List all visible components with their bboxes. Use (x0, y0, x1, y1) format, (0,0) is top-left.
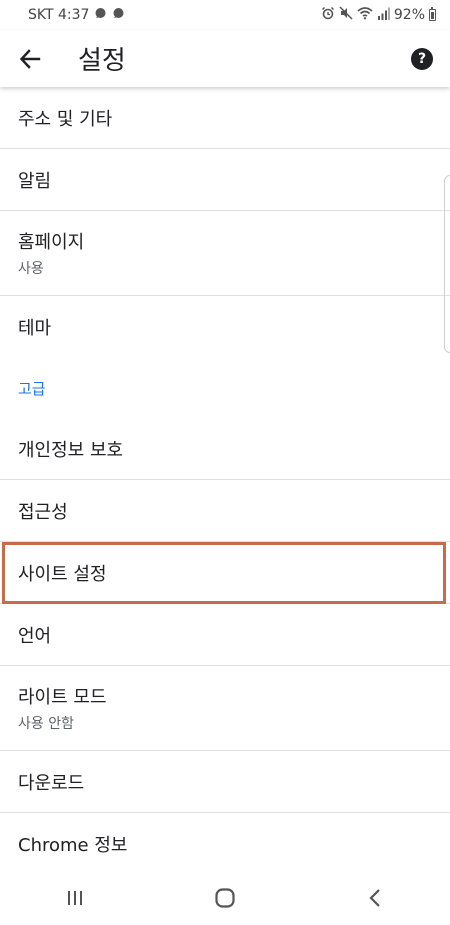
settings-item-privacy[interactable]: 개인정보 보호 (0, 418, 450, 480)
signal-icon (377, 7, 390, 24)
alarm-icon (321, 6, 335, 24)
home-icon[interactable] (195, 878, 255, 918)
help-icon[interactable]: ? (411, 47, 433, 70)
chat-icon (94, 7, 107, 24)
item-title: 개인정보 보호 (18, 439, 124, 461)
settings-item-site-settings[interactable]: 사이트 설정 (0, 542, 450, 604)
item-title: 언어 (18, 625, 52, 647)
settings-item-accessibility[interactable]: 접근성 (0, 480, 450, 542)
settings-item-about-chrome[interactable]: Chrome 정보 (0, 813, 450, 875)
item-title: Chrome 정보 (18, 834, 128, 856)
status-left: SKT 4:37 (28, 7, 125, 24)
status-bar: SKT 4:37 92% (0, 0, 450, 30)
settings-item-theme[interactable]: 테마 (0, 296, 450, 358)
mute-icon (339, 6, 353, 24)
recents-icon[interactable] (45, 878, 105, 918)
back-icon[interactable] (345, 878, 405, 918)
item-title: 테마 (18, 318, 52, 339)
settings-item-homepage[interactable]: 홈페이지 사용 (0, 211, 450, 296)
section-header-advanced: 고급 (18, 379, 46, 398)
chat-icon (112, 7, 125, 24)
settings-item-lite-mode[interactable]: 라이트 모드 사용 안함 (0, 666, 450, 751)
wifi-icon (357, 6, 373, 24)
item-subtitle: 사용 안함 (18, 716, 74, 732)
settings-list: 주소 및 기타 알림 홈페이지 사용 테마 고급 개인정보 보호 접근성 사이트… (0, 87, 450, 875)
item-title: 알림 (18, 170, 52, 192)
settings-item-addresses[interactable]: 주소 및 기타 (0, 87, 450, 149)
settings-item-downloads[interactable]: 다운로드 (0, 751, 450, 813)
item-title: 사이트 설정 (18, 563, 107, 585)
battery-percent: 92% (393, 7, 425, 23)
app-bar: 설정 ? (0, 30, 450, 87)
carrier-time: SKT 4:37 (28, 7, 90, 23)
settings-item-notifications[interactable]: 알림 (0, 149, 450, 211)
navigation-bar (0, 870, 450, 925)
page-title: 설정 (78, 46, 126, 76)
item-subtitle: 사용 (18, 261, 44, 277)
scrollbar[interactable] (444, 175, 450, 353)
back-arrow-icon[interactable] (16, 45, 44, 73)
item-title: 홈페이지 (18, 232, 85, 253)
item-title: 주소 및 기타 (18, 108, 113, 130)
item-title: 다운로드 (18, 772, 85, 794)
battery-icon (429, 7, 436, 21)
item-title: 접근성 (18, 501, 68, 523)
settings-item-language[interactable]: 언어 (0, 604, 450, 666)
status-right: 92% (321, 6, 436, 24)
item-title: 라이트 모드 (18, 687, 107, 708)
